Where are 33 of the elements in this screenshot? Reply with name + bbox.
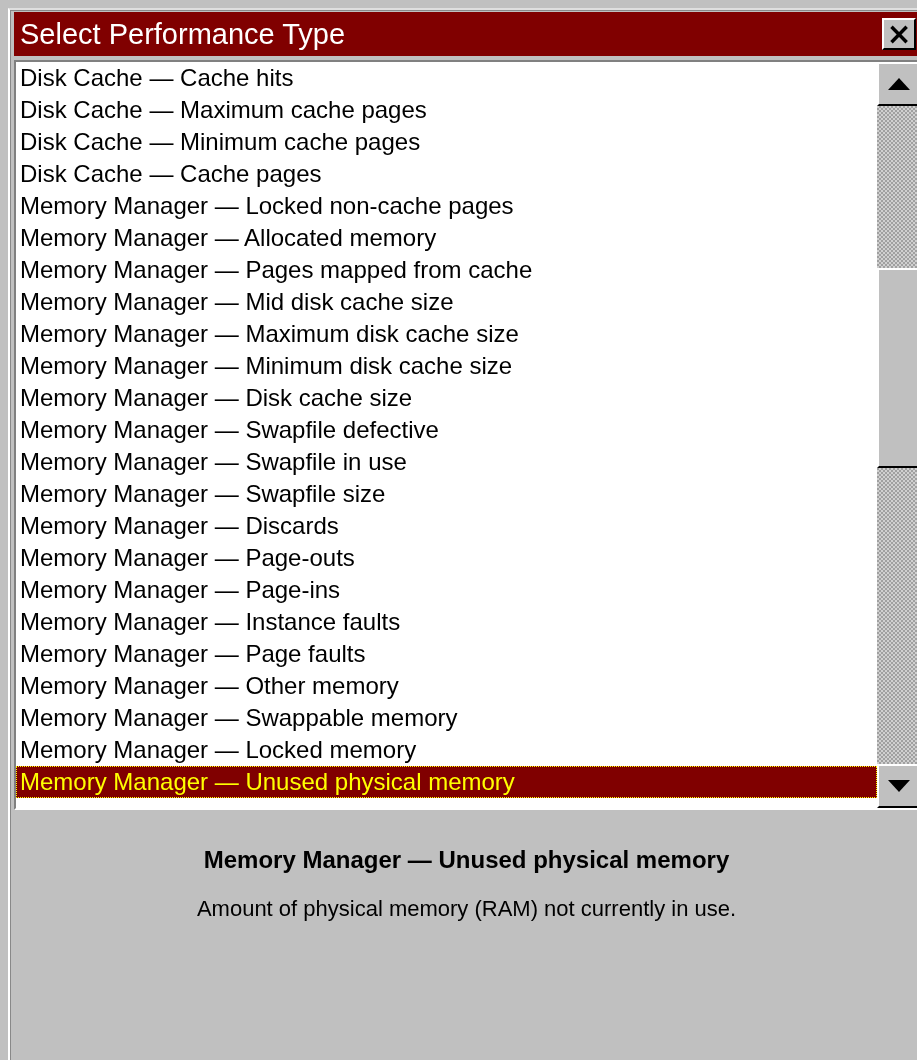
- scrollbar[interactable]: [877, 62, 917, 808]
- list-item[interactable]: Memory Manager — Discards: [16, 510, 877, 542]
- list-item[interactable]: Memory Manager — Locked memory: [16, 734, 877, 766]
- list-item[interactable]: Memory Manager — Unused physical memory: [16, 766, 877, 798]
- list-item[interactable]: Memory Manager — Page faults: [16, 638, 877, 670]
- list-item[interactable]: Memory Manager — Locked non-cache pages: [16, 190, 877, 222]
- detail-title: Memory Manager — Unused physical memory: [202, 846, 731, 874]
- up-arrow-icon: [888, 78, 910, 90]
- list-item[interactable]: Memory Manager — Instance faults: [16, 606, 877, 638]
- list-item[interactable]: Memory Manager — Mid disk cache size: [16, 286, 877, 318]
- down-arrow-icon: [888, 780, 910, 792]
- scroll-down-button[interactable]: [877, 764, 917, 808]
- list-item[interactable]: Memory Manager — Page-ins: [16, 574, 877, 606]
- close-button[interactable]: ×: [882, 18, 916, 50]
- list-item[interactable]: Memory Manager — Other memory: [16, 670, 877, 702]
- window-title: Select Performance Type: [20, 17, 346, 51]
- list-item[interactable]: Memory Manager — Minimum disk cache size: [16, 350, 877, 382]
- list-item[interactable]: Memory Manager — Allocated memory: [16, 222, 877, 254]
- list-item[interactable]: Disk Cache — Minimum cache pages: [16, 126, 877, 158]
- list-item[interactable]: Memory Manager — Disk cache size: [16, 382, 877, 414]
- list-item[interactable]: Disk Cache — Cache hits: [16, 62, 877, 94]
- scroll-thumb[interactable]: [877, 268, 917, 468]
- list-item[interactable]: Memory Manager — Swappable memory: [16, 702, 877, 734]
- scroll-up-button[interactable]: [877, 62, 917, 106]
- list-item[interactable]: Memory Manager — Maximum disk cache size: [16, 318, 877, 350]
- list-item[interactable]: Memory Manager — Page-outs: [16, 542, 877, 574]
- list-item[interactable]: Memory Manager — Swapfile in use: [16, 446, 877, 478]
- list-item[interactable]: Memory Manager — Swapfile size: [16, 478, 877, 510]
- list-item[interactable]: Memory Manager — Pages mapped from cache: [16, 254, 877, 286]
- list-item[interactable]: Memory Manager — Swapfile defective: [16, 414, 877, 446]
- detail-description: Amount of physical memory (RAM) not currently in use.: [195, 896, 738, 922]
- list-item[interactable]: Disk Cache — Maximum cache pages: [16, 94, 877, 126]
- list-item[interactable]: Disk Cache — Cache pages: [16, 158, 877, 190]
